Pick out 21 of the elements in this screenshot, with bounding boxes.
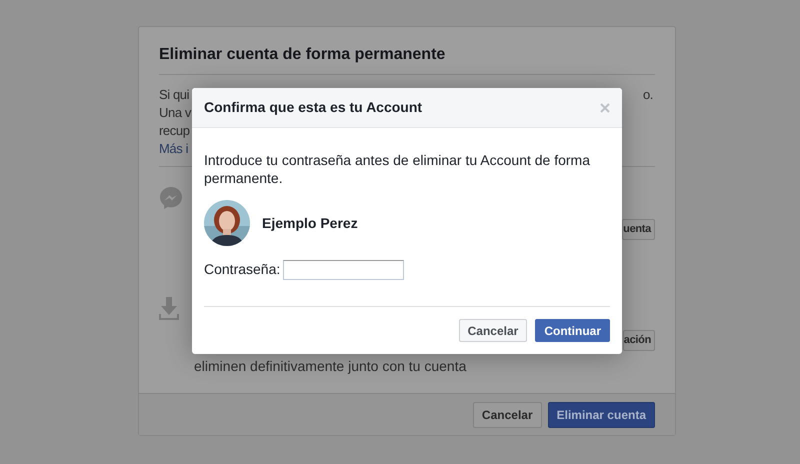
- paragraph-text: o.: [642, 86, 653, 104]
- dialog-title: Confirma que esta es tu Account: [204, 98, 422, 117]
- close-icon[interactable]: [600, 102, 610, 112]
- paragraph-text: recup: [159, 122, 190, 140]
- section-button[interactable]: uenta: [622, 219, 655, 240]
- chat-bubble-icon: [159, 186, 183, 210]
- learn-more-link[interactable]: Más i: [159, 140, 188, 158]
- user-name: Ejemplo Perez: [262, 214, 358, 233]
- paragraph-text: Si qui: [159, 86, 190, 104]
- paragraph-text: Una v: [159, 104, 191, 122]
- cancel-button[interactable]: Cancelar: [458, 319, 528, 342]
- section-button[interactable]: ación: [622, 330, 655, 351]
- password-field[interactable]: [283, 260, 404, 280]
- page-title: Eliminar cuenta de forma permanente: [159, 45, 655, 75]
- field-label: Contraseña:: [204, 260, 280, 279]
- delete-account-button[interactable]: Eliminar cuenta: [548, 402, 655, 428]
- continue-button[interactable]: Continuar: [535, 319, 610, 342]
- cancel-button[interactable]: Cancelar: [472, 402, 542, 428]
- dialog-message: Introduce tu contraseña antes de eliminar tu Account de forma permanente.: [204, 151, 592, 187]
- download-icon: [159, 297, 179, 321]
- section-text: eliminen definitivamente junto con tu cuenta: [194, 357, 468, 375]
